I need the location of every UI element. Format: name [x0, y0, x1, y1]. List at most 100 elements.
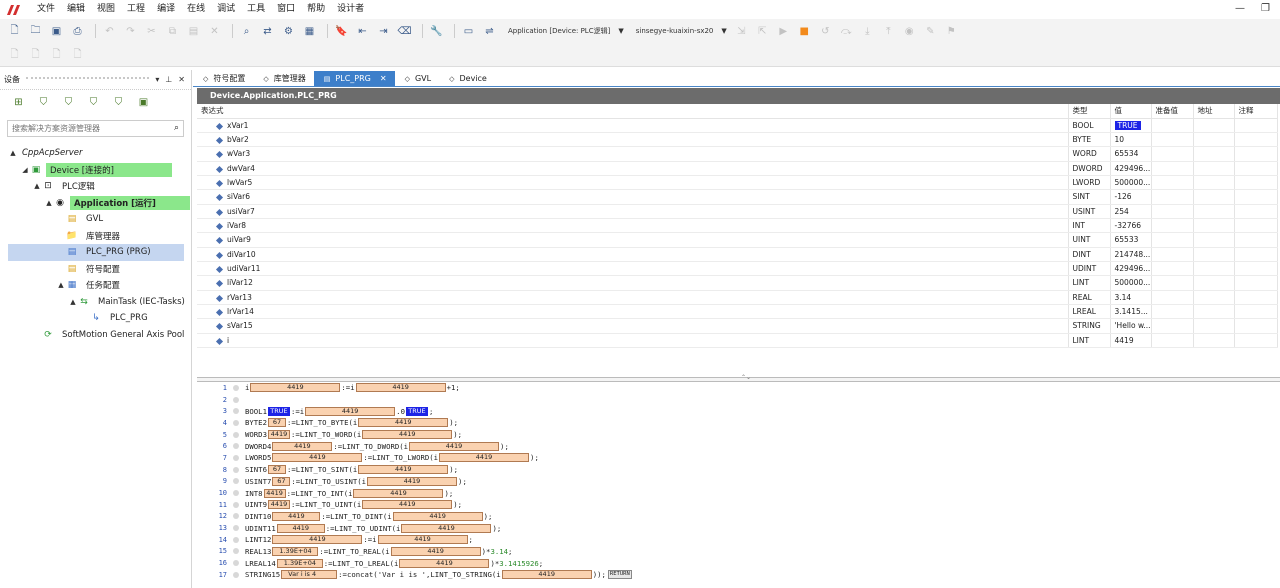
chevron-down-icon[interactable]: ▾ — [155, 75, 159, 84]
watch-prepared-cell[interactable] — [1151, 247, 1194, 262]
tree-item[interactable]: ↳ PLC_PRG — [0, 310, 192, 327]
watch-address-cell[interactable] — [1193, 304, 1235, 320]
watch-prepared-cell[interactable] — [1151, 189, 1194, 205]
watch-comment-cell[interactable] — [1234, 161, 1278, 176]
bookmark-icon[interactable]: 🔖 — [333, 23, 350, 40]
tab-1[interactable]: ◇ 库管理器 — [253, 71, 313, 86]
watch-prepared-cell[interactable] — [1151, 204, 1194, 219]
watch-comment-cell[interactable] — [1234, 218, 1278, 234]
save-icon[interactable]: ▣ — [48, 23, 65, 40]
minimize-icon[interactable]: — — [1235, 3, 1245, 14]
breakpoint-dot-icon[interactable] — [233, 431, 239, 438]
breakpoint-icon[interactable]: ◉ — [901, 23, 918, 40]
menu-item[interactable]: 编译 — [151, 0, 181, 19]
close-icon[interactable]: ✕ — [380, 74, 387, 83]
doc-icon[interactable]: 🗋 — [48, 47, 65, 64]
tree-item[interactable]: ⟳ SoftMotion General Axis Pool — [0, 327, 192, 344]
watch-address-cell[interactable] — [1193, 204, 1235, 219]
watch-row[interactable]: iVar8 INT -32766 — [197, 218, 1278, 234]
step-over-icon[interactable]: ⤼ — [838, 23, 855, 40]
pin-icon[interactable]: ⊥ — [165, 75, 172, 84]
watch-comment-cell[interactable] — [1234, 304, 1278, 320]
watch-row[interactable]: diVar10 DINT 214748... — [197, 247, 1278, 262]
code-line[interactable]: 2 — [197, 394, 1280, 406]
code-line[interactable]: 12 DINT10 4419:=LINT_TO_DINT(i 4419); — [197, 511, 1280, 523]
code-editor[interactable]: 1 i 4419:=i 4419 +1; 2 3 BOOL1 TRUE:=i 4419. 0 TRUE… — [197, 382, 1280, 588]
menu-item[interactable]: 编辑 — [61, 0, 91, 19]
tab-0[interactable]: ◇ 符号配置 — [193, 71, 253, 86]
menu-item[interactable]: 窗口 — [271, 0, 301, 19]
tree-expander-icon[interactable]: ▲ — [8, 149, 18, 157]
breakpoint-dot-icon[interactable] — [233, 443, 239, 450]
force-values-icon[interactable]: ⚑ — [943, 23, 960, 40]
breakpoint-dot-icon[interactable] — [233, 525, 239, 532]
watch-prepared-cell[interactable] — [1151, 232, 1194, 248]
watch-address-cell[interactable] — [1193, 161, 1235, 176]
code-line[interactable]: 1 i 4419:=i 4419 +1; — [197, 382, 1280, 394]
online-icon[interactable]: ⇌ — [481, 23, 498, 40]
watch-address-cell[interactable] — [1193, 118, 1235, 133]
cut-icon[interactable]: ✂ — [143, 23, 160, 40]
watch-row[interactable]: usiVar7 USINT 254 — [197, 204, 1278, 219]
watch-comment-cell[interactable] — [1234, 189, 1278, 205]
watch-prepared-cell[interactable] — [1151, 218, 1194, 234]
copy-icon[interactable]: ⧉ — [164, 23, 181, 40]
tools-icon[interactable]: 🔧 — [428, 23, 445, 40]
watch-comment-cell[interactable] — [1234, 204, 1278, 219]
menu-item[interactable]: 调试 — [211, 0, 241, 19]
doc-icon[interactable]: 🗋 — [27, 47, 44, 64]
tree-expander-icon[interactable]: ▲ — [56, 281, 66, 289]
watch-address-cell[interactable] — [1193, 333, 1235, 349]
watch-prepared-cell[interactable] — [1151, 333, 1194, 349]
devices-search-input[interactable] — [8, 121, 168, 136]
watch-row[interactable]: rVar13 REAL 3.14 — [197, 290, 1278, 305]
column-header[interactable]: 准备值 — [1151, 104, 1194, 119]
column-header[interactable]: 地址 — [1193, 104, 1235, 119]
watch-prepared-cell[interactable] — [1151, 132, 1194, 148]
column-header[interactable]: 表达式 — [197, 104, 1069, 119]
breakpoint-dot-icon[interactable] — [233, 478, 239, 485]
new-file-icon[interactable]: 🗋 — [6, 23, 23, 40]
watch-row[interactable]: siVar6 SINT -126 — [197, 189, 1278, 205]
run-icon[interactable]: ▶ — [775, 23, 792, 40]
breakpoint-dot-icon[interactable] — [233, 536, 239, 543]
logout-icon[interactable]: ⇱ — [754, 23, 771, 40]
drag-grip[interactable] — [26, 76, 150, 83]
watch-comment-cell[interactable] — [1234, 275, 1278, 291]
filter-icon[interactable]: ⛉ — [85, 94, 102, 111]
application-dropdown[interactable]: Application [Device: PLC逻辑] ▼ — [502, 26, 630, 36]
watch-address-cell[interactable] — [1193, 275, 1235, 291]
tab-2[interactable]: ▤ PLC_PRG ✕ — [313, 71, 395, 86]
watch-comment-cell[interactable] — [1234, 232, 1278, 248]
column-header[interactable]: 类型 — [1068, 104, 1111, 119]
write-values-icon[interactable]: ✎ — [922, 23, 939, 40]
replace-icon[interactable]: ⇄ — [259, 23, 276, 40]
tree-item[interactable]: ▤ 符号配置 — [0, 261, 192, 278]
tree-item[interactable]: ▲ ◉ Application [运行] — [0, 195, 192, 212]
watch-row[interactable]: i LINT 4419 — [197, 333, 1278, 349]
redo-icon[interactable]: ↷ — [122, 23, 139, 40]
print-icon[interactable]: ⎙ — [69, 23, 86, 40]
add-object-icon[interactable]: ⊞ — [10, 94, 27, 111]
bookmark-prev-icon[interactable]: ⇤ — [354, 23, 371, 40]
code-line[interactable]: 9 USINT7 67:=LINT_TO_USINT(i 4419); — [197, 476, 1280, 488]
breakpoint-dot-icon[interactable] — [233, 384, 239, 391]
watch-comment-cell[interactable] — [1234, 146, 1278, 162]
watch-address-cell[interactable] — [1193, 132, 1235, 148]
filter-icon[interactable]: ⛉ — [110, 94, 127, 111]
breakpoint-dot-icon[interactable] — [233, 490, 239, 497]
tree-item[interactable]: ◢ ▣ Device [连接的] — [0, 162, 192, 179]
watch-address-cell[interactable] — [1193, 247, 1235, 262]
tree-item[interactable]: ▲ ⇆ MainTask (IEC-Tasks) — [0, 294, 192, 311]
step-into-icon[interactable]: ⤓ — [859, 23, 876, 40]
watch-row[interactable]: lwVar5 LWORD 500000... — [197, 175, 1278, 191]
step-out-icon[interactable]: ⤒ — [880, 23, 897, 40]
search-icon[interactable]: ⌕ — [174, 123, 179, 133]
watch-row[interactable]: sVar15 STRING 'Hello w... — [197, 318, 1278, 334]
watch-comment-cell[interactable] — [1234, 247, 1278, 262]
watch-prepared-cell[interactable] — [1151, 175, 1194, 191]
watch-prepared-cell[interactable] — [1151, 304, 1194, 320]
column-header[interactable]: 值 — [1110, 104, 1152, 119]
watch-comment-cell[interactable] — [1234, 175, 1278, 191]
watch-address-cell[interactable] — [1193, 318, 1235, 334]
